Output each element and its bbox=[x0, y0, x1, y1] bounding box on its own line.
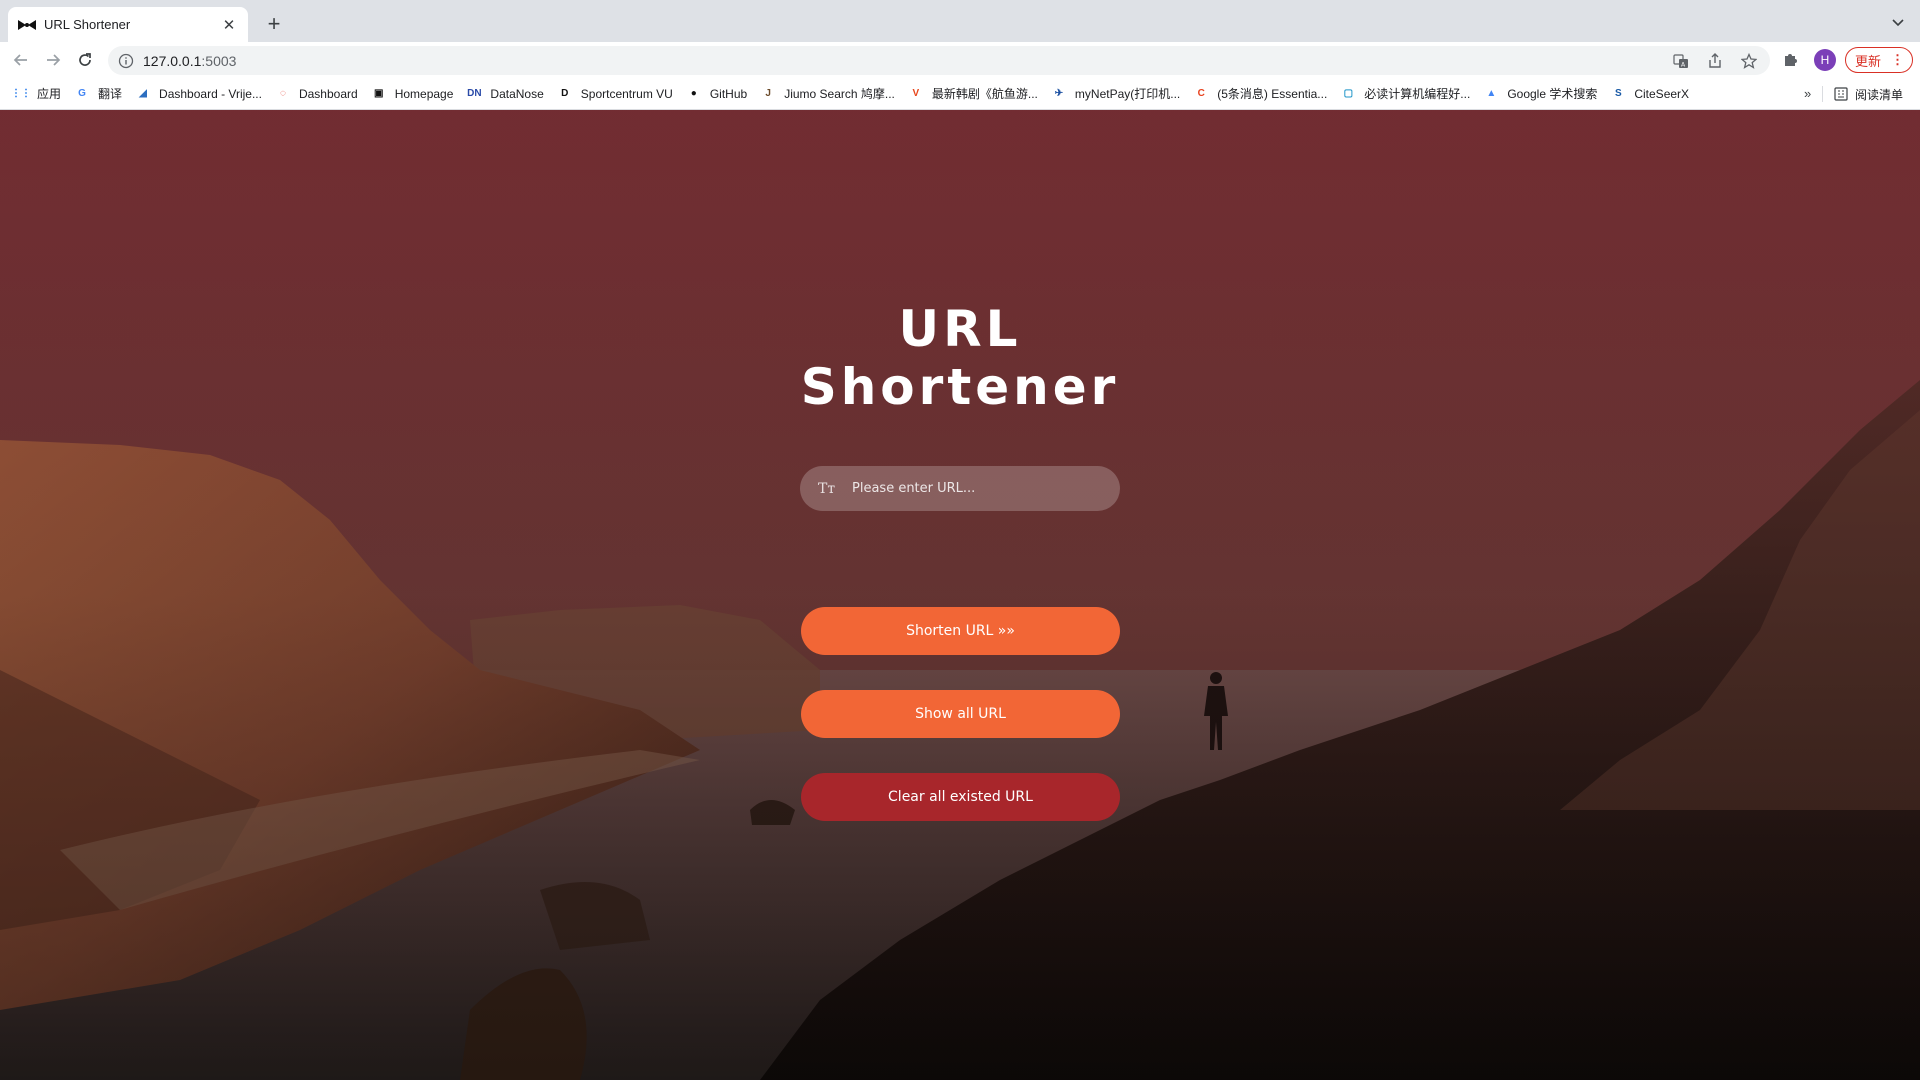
circle-dashed-icon: ◌ bbox=[279, 88, 286, 99]
shorten-url-button[interactable]: Shorten URL »» bbox=[801, 607, 1120, 655]
bookmarks-divider bbox=[1822, 86, 1823, 102]
tab-title: URL Shortener bbox=[44, 17, 131, 32]
bookmark-label: Google 学术搜索 bbox=[1507, 87, 1598, 101]
bowtie-favicon-icon bbox=[18, 19, 36, 31]
bookmark-label: 必读计算机编程好... bbox=[1364, 87, 1471, 101]
url-port: :5003 bbox=[201, 52, 237, 69]
translate-page-icon[interactable]: A bbox=[1672, 52, 1690, 70]
update-label: 更新 bbox=[1854, 53, 1881, 69]
bookmark-item[interactable]: D Sportcentrum VU bbox=[557, 86, 673, 102]
bookmark-label: Dashboard - Vrije... bbox=[159, 86, 262, 101]
sport-icon: D bbox=[561, 88, 569, 99]
bird-icon: ✈ bbox=[1054, 88, 1064, 99]
bookmark-item[interactable]: S CiteSeerX bbox=[1610, 86, 1689, 102]
bookmark-label: 最新韩剧《航鱼游... bbox=[931, 87, 1038, 101]
url-input[interactable] bbox=[852, 481, 1092, 496]
url-input-container[interactable]: Tт bbox=[800, 466, 1120, 511]
bookmark-label: 翻译 bbox=[98, 87, 123, 101]
tab-strip: URL Shortener ✕ + bbox=[0, 0, 1920, 42]
bookmark-item[interactable]: ▣ Homepage bbox=[371, 86, 454, 102]
bookmarks-bar: ⋮⋮ 应用 G 翻译 ◢ Dashboard - Vrije... ◌ Dashboard ▣ H… bbox=[0, 78, 1920, 110]
extensions-puzzle-icon[interactable] bbox=[1782, 50, 1802, 70]
bilibili-icon: ▢ bbox=[1343, 88, 1354, 99]
bookmark-label: GitHub bbox=[709, 86, 748, 101]
homepage-icon: ▣ bbox=[373, 88, 384, 99]
browser-tab[interactable]: URL Shortener ✕ bbox=[8, 7, 248, 42]
citeseer-icon: S bbox=[1615, 88, 1622, 99]
bookmark-label: myNetPay(打印机... bbox=[1074, 87, 1181, 101]
title-line-1: URL bbox=[898, 300, 1022, 358]
share-icon[interactable] bbox=[1706, 52, 1724, 70]
bookmark-item[interactable]: ✈ myNetPay(打印机... bbox=[1051, 85, 1181, 102]
bookmark-label: Jiumo Search 鸠摩... bbox=[784, 87, 895, 101]
translate-icon: G bbox=[78, 88, 86, 99]
url-host: 127.0.0.1 bbox=[143, 52, 202, 69]
address-bar[interactable]: 127.0.0.1:5003 A bbox=[108, 46, 1770, 75]
back-arrow-icon[interactable] bbox=[11, 50, 31, 70]
reload-icon[interactable] bbox=[75, 50, 95, 70]
title-line-2: Shortener bbox=[800, 358, 1120, 416]
page-title: URL Shortener bbox=[0, 300, 1920, 416]
bookmark-label: (5条消息) Essentia... bbox=[1217, 87, 1328, 101]
menu-dots-icon: ⋮ bbox=[1891, 52, 1904, 67]
clear-all-url-button[interactable]: Clear all existed URL bbox=[801, 773, 1120, 821]
url-text: 127.0.0.1:5003 bbox=[143, 53, 236, 69]
scholar-icon: ▲ bbox=[1486, 88, 1497, 99]
bookmark-star-icon[interactable] bbox=[1740, 52, 1758, 70]
bookmark-label: Sportcentrum VU bbox=[580, 86, 673, 101]
apps-grid-icon: ⋮⋮ bbox=[11, 88, 31, 99]
reading-list-label: 阅读清单 bbox=[1855, 87, 1904, 102]
color-overlay bbox=[0, 110, 1920, 1080]
page-viewport: URL Shortener Tт Shorten URL »» Show all… bbox=[0, 110, 1920, 1080]
bookmark-label: CiteSeerX bbox=[1634, 86, 1690, 101]
bookmark-item[interactable]: ▲ Google 学术搜索 bbox=[1483, 85, 1597, 102]
bookmark-item[interactable]: ◢ Dashboard - Vrije... bbox=[135, 86, 262, 102]
browser-toolbar: 127.0.0.1:5003 A H 更新 ⋮ bbox=[0, 42, 1920, 78]
bookmark-item[interactable]: V 最新韩剧《航鱼游... bbox=[908, 85, 1038, 102]
bookmark-label: Dashboard bbox=[298, 86, 358, 101]
jiumo-icon: J bbox=[765, 88, 771, 99]
datanose-icon: DN bbox=[467, 88, 482, 99]
bookmark-item[interactable]: C (5条消息) Essentia... bbox=[1193, 85, 1328, 102]
site-info-icon[interactable] bbox=[118, 53, 134, 69]
reading-list-button[interactable]: 阅读清单 bbox=[1834, 78, 1903, 110]
bookmark-item[interactable]: J Jiumo Search 鸠摩... bbox=[760, 85, 895, 102]
canvas-icon: ◢ bbox=[139, 88, 147, 99]
github-icon: ● bbox=[690, 88, 697, 99]
bookmark-label: Homepage bbox=[394, 86, 454, 101]
bookmark-label: 应用 bbox=[37, 87, 62, 101]
bookmark-item[interactable]: ● GitHub bbox=[686, 86, 747, 102]
show-all-url-button[interactable]: Show all URL bbox=[801, 690, 1120, 738]
bookmark-item[interactable]: ◌ Dashboard bbox=[275, 86, 358, 102]
bookmark-item[interactable]: G 翻译 bbox=[74, 85, 122, 102]
text-format-icon: Tт bbox=[818, 480, 836, 497]
bookmark-item[interactable]: ⋮⋮ 应用 bbox=[11, 85, 62, 102]
reading-list-icon bbox=[1834, 87, 1848, 101]
bookmark-label: DataNose bbox=[490, 86, 544, 101]
profile-avatar[interactable]: H bbox=[1814, 49, 1836, 71]
update-button[interactable]: 更新 ⋮ bbox=[1845, 47, 1913, 73]
new-tab-button[interactable]: + bbox=[260, 11, 288, 39]
csdn-icon: C bbox=[1197, 88, 1205, 99]
bookmark-item[interactable]: DN DataNose bbox=[466, 86, 544, 102]
bookmark-item[interactable]: ▢ 必读计算机编程好... bbox=[1340, 85, 1471, 102]
close-tab-icon[interactable]: ✕ bbox=[220, 16, 238, 34]
v-icon: V bbox=[912, 88, 920, 99]
more-bookmarks-chevron-icon[interactable]: » bbox=[1804, 86, 1811, 101]
forward-arrow-icon[interactable] bbox=[43, 50, 63, 70]
tab-search-chevron-icon[interactable] bbox=[1890, 14, 1906, 30]
